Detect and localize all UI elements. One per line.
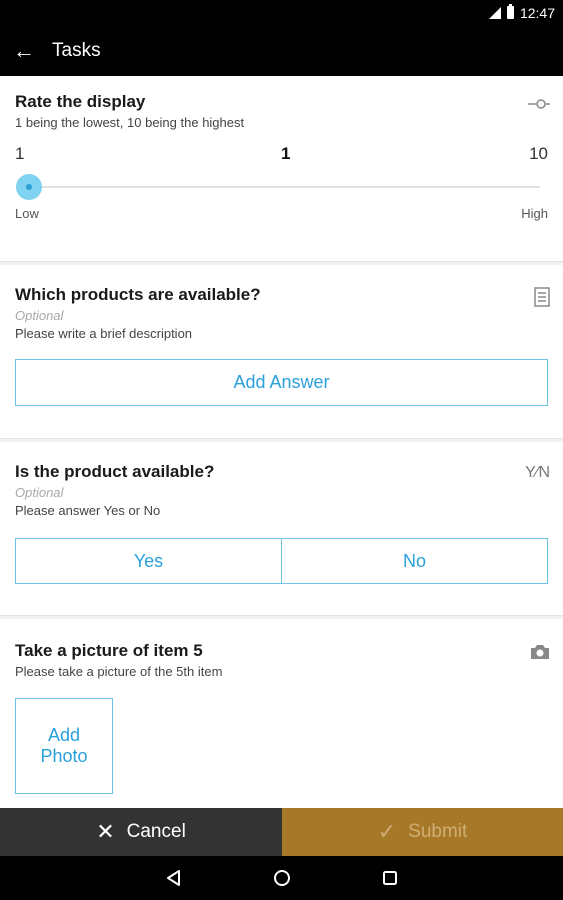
text-list-icon	[534, 287, 550, 307]
slider-values: 1 1 10	[15, 144, 548, 164]
question-description: Please take a picture of the 5th item	[15, 664, 223, 679]
system-nav-bar	[0, 856, 563, 900]
question-description: Please write a brief description	[15, 326, 193, 341]
slider-current-value: 1	[281, 144, 291, 163]
camera-icon	[531, 645, 549, 659]
question-title: Rate the display	[15, 92, 146, 111]
question-products: Which products are available? Optional P…	[0, 265, 563, 439]
cancel-button[interactable]: ✕ Cancel	[0, 808, 282, 856]
question-description: Please answer Yes or No	[15, 503, 161, 518]
action-bar: ✕ Cancel ✓ Submit	[0, 808, 563, 856]
slider-max-label: 10	[529, 144, 548, 163]
no-button[interactable]: No	[282, 538, 548, 584]
nav-back-icon[interactable]	[165, 869, 183, 887]
yes-button[interactable]: Yes	[15, 538, 282, 584]
submit-label: Submit	[408, 821, 468, 842]
add-photo-label-line2: Photo	[40, 746, 88, 766]
slider-icon	[528, 99, 550, 109]
battery-icon	[506, 4, 514, 19]
page-title: Tasks	[52, 39, 101, 61]
slider-low-label: Low	[15, 206, 39, 221]
optional-label: Optional	[15, 485, 64, 500]
question-availability: Y⁄N Is the product available? Optional P…	[0, 442, 563, 616]
question-title: Which products are available?	[15, 285, 261, 304]
add-photo-label-line1: Add	[47, 725, 80, 745]
question-rate-display: Rate the display 1 being the lowest, 10 …	[0, 76, 563, 262]
nav-recents-icon[interactable]	[381, 869, 399, 887]
slider-thumb[interactable]	[16, 174, 42, 200]
slider-range-labels: Low High	[15, 206, 548, 221]
optional-label: Optional	[15, 308, 64, 323]
nav-home-icon[interactable]	[273, 869, 291, 887]
status-time: 12:47	[519, 4, 555, 21]
slider-min-label: 1	[15, 144, 25, 163]
slider-track[interactable]	[29, 186, 540, 188]
task-list[interactable]: Rate the display 1 being the lowest, 10 …	[0, 76, 563, 808]
app-bar: ← Tasks	[0, 25, 563, 76]
back-arrow-icon[interactable]: ←	[0, 38, 48, 64]
rating-slider[interactable]	[15, 172, 548, 202]
add-answer-button[interactable]: Add Answer	[15, 359, 548, 406]
status-bar: 12:47	[0, 0, 563, 25]
question-picture: Take a picture of item 5 Please take a p…	[0, 619, 563, 808]
signal-icon	[488, 6, 501, 19]
question-title: Take a picture of item 5	[15, 641, 203, 660]
close-icon: ✕	[96, 819, 115, 844]
yes-no-group: Yes No	[15, 538, 548, 584]
question-title: Is the product available?	[15, 462, 215, 481]
submit-button[interactable]: ✓ Submit	[282, 808, 563, 856]
question-description: 1 being the lowest, 10 being the highest	[15, 115, 245, 130]
cancel-label: Cancel	[126, 821, 186, 842]
yes-no-icon: Y⁄N	[525, 464, 550, 481]
slider-high-label: High	[521, 206, 548, 221]
add-photo-button[interactable]: Add Photo	[15, 698, 113, 794]
check-icon: ✓	[377, 819, 397, 844]
